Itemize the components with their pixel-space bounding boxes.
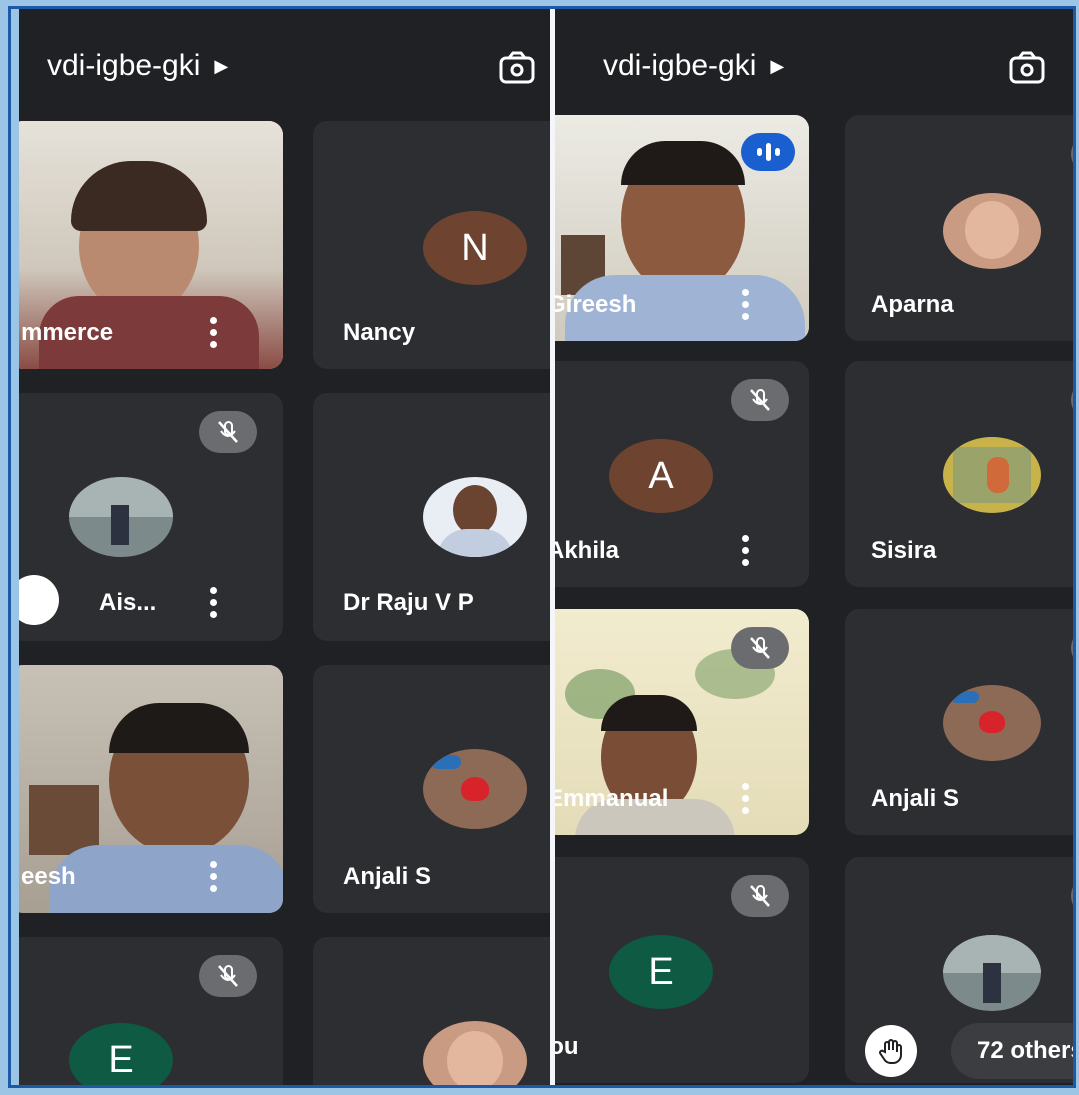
participant-name: You <box>555 1033 579 1060</box>
participant-tile[interactable]: E You <box>555 857 809 1083</box>
frame-edge <box>11 9 19 1085</box>
participant-name: Nancy <box>343 319 416 346</box>
participant-tile[interactable]: Emmanual <box>555 609 809 835</box>
participant-name: Gireesh <box>555 291 637 318</box>
participant-tile[interactable]: Anjali S <box>845 609 1073 835</box>
screenshot-frame: vdi-igbe-gki ▶ mmerce N Nancy Ais... Dr … <box>8 6 1076 1088</box>
audio-level-icon <box>741 133 795 171</box>
participant-tile[interactable]: 72 others <box>845 857 1073 1083</box>
presenter-icon <box>19 575 59 625</box>
mic-off-icon <box>731 379 789 421</box>
mic-off-icon <box>731 875 789 917</box>
participant-name: Anjali S <box>871 785 960 812</box>
more-vert-icon[interactable] <box>209 861 217 892</box>
participant-tile[interactable]: mmerce <box>19 121 283 369</box>
more-vert-icon[interactable] <box>741 783 749 814</box>
participant-tile[interactable]: A Akhila <box>555 361 809 587</box>
participant-name: Emmanual <box>555 785 669 812</box>
participant-name: Aparna <box>871 291 954 318</box>
others-button[interactable]: 72 others <box>951 1023 1073 1079</box>
mic-off-icon <box>1071 875 1073 917</box>
mic-off-icon <box>1071 379 1073 421</box>
mic-off-icon <box>199 411 257 453</box>
meeting-title: vdi-igbe-gki <box>603 49 757 82</box>
camera-switch-icon[interactable] <box>497 49 537 89</box>
avatar-photo <box>943 193 1041 269</box>
mic-off-icon <box>199 955 257 997</box>
participant-name: Ais... <box>99 589 157 616</box>
avatar-photo <box>943 935 1041 1011</box>
participant-tile[interactable]: Ais... <box>19 393 283 641</box>
mic-off-icon <box>731 627 789 669</box>
more-vert-icon[interactable] <box>741 535 749 566</box>
mic-off-icon <box>1071 133 1073 175</box>
participant-tile[interactable]: Sisira <box>845 361 1073 587</box>
avatar-photo <box>943 437 1041 513</box>
participant-name: Sisira <box>871 537 937 564</box>
hand-icon[interactable] <box>865 1025 917 1077</box>
participant-tile[interactable]: eesh <box>19 665 283 913</box>
meet-screen-right: vdi-igbe-gki ▶ Gireesh Aparna A khila Si… <box>555 9 1073 1085</box>
avatar-initial: E <box>69 1023 173 1085</box>
avatar-photo <box>423 749 527 829</box>
avatar-photo <box>69 477 173 557</box>
participant-name: Akhila <box>555 537 620 564</box>
participant-name: mmerce <box>21 319 114 346</box>
avatar-photo <box>423 1021 527 1085</box>
participant-tile[interactable]: Anjali S <box>313 665 558 913</box>
meeting-title-button[interactable]: vdi-igbe-gki ▶ <box>47 49 228 83</box>
more-vert-icon[interactable] <box>209 317 217 348</box>
participant-name: Dr Raju V P <box>343 589 474 616</box>
more-vert-icon[interactable] <box>209 587 217 618</box>
more-vert-icon[interactable] <box>741 289 749 320</box>
participant-tile[interactable]: Gireesh <box>555 115 809 341</box>
avatar-initial: E <box>609 935 713 1009</box>
caret-right-icon: ▶ <box>770 55 785 76</box>
avatar-initial: N <box>423 211 527 285</box>
camera-switch-icon[interactable] <box>1007 49 1047 89</box>
mic-off-icon <box>1071 627 1073 669</box>
avatar-photo <box>423 477 527 557</box>
participant-name: eesh <box>21 863 76 890</box>
meeting-title: vdi-igbe-gki <box>47 49 201 82</box>
participant-tile[interactable]: Dr Raju V P <box>313 393 558 641</box>
meeting-title-button[interactable]: vdi-igbe-gki ▶ <box>603 49 784 83</box>
caret-right-icon: ▶ <box>214 55 229 76</box>
participant-tile[interactable]: Aparna <box>845 115 1073 341</box>
participant-tile[interactable] <box>313 937 558 1085</box>
avatar-photo <box>943 685 1041 761</box>
meet-screen-left: vdi-igbe-gki ▶ mmerce N Nancy Ais... Dr … <box>19 9 558 1085</box>
participant-tile[interactable]: N Nancy <box>313 121 558 369</box>
avatar-initial: A <box>609 439 713 513</box>
participant-name: Anjali S <box>343 863 432 890</box>
participant-tile[interactable]: E <box>19 937 283 1085</box>
